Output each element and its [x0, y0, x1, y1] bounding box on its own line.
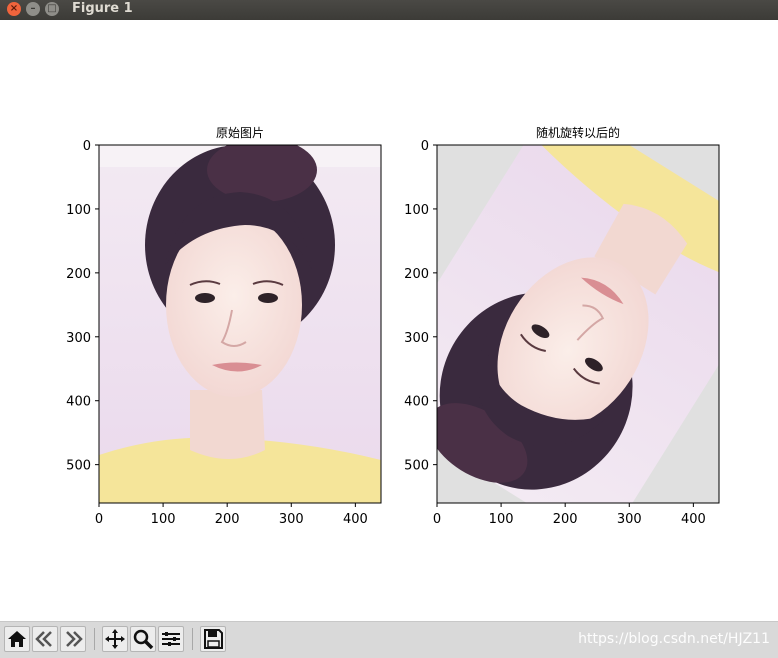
y-tick-label: 300 — [66, 331, 91, 346]
axes-title-1: 随机旋转以后的 — [536, 125, 620, 140]
maximize-window-button[interactable]: □ — [45, 2, 59, 16]
x-tick-label: 300 — [617, 512, 642, 527]
window-titlebar: × – □ Figure 1 — [0, 0, 778, 20]
y-tick-label: 200 — [66, 267, 91, 282]
pan-icon — [105, 629, 125, 649]
x-tick-label: 400 — [343, 512, 368, 527]
y-tick-label: 300 — [404, 331, 429, 346]
back-icon — [35, 631, 52, 647]
x-tick-label: 200 — [553, 512, 578, 527]
y-tick-label: 200 — [404, 267, 429, 282]
y-tick-label: 0 — [83, 139, 91, 154]
close-window-button[interactable]: × — [7, 2, 21, 16]
watermark-text: https://blog.csdn.net/HJZ11 — [578, 631, 770, 647]
original-image — [99, 145, 381, 503]
y-tick-label: 400 — [66, 395, 91, 410]
figure-svg: 原始图片 0 100 200 300 400 0 100 200 300 400 500 随机旋转以后的… — [66, 125, 720, 527]
minimize-window-button[interactable]: – — [26, 2, 40, 16]
x-tick-label: 200 — [215, 512, 240, 527]
window-title: Figure 1 — [72, 1, 133, 16]
y-tick-label: 0 — [421, 139, 429, 154]
home-icon — [8, 631, 26, 647]
configure-icon — [162, 632, 180, 646]
x-tick-label: 100 — [151, 512, 176, 527]
forward-button[interactable] — [60, 626, 86, 652]
configure-subplots-button[interactable] — [158, 626, 184, 652]
x-tick-label: 0 — [95, 512, 103, 527]
x-tick-label: 300 — [279, 512, 304, 527]
back-button[interactable] — [32, 626, 58, 652]
toolbar-separator — [192, 628, 193, 650]
y-tick-label: 100 — [66, 203, 91, 218]
x-tick-label: 100 — [489, 512, 514, 527]
y-tick-label: 500 — [404, 459, 429, 474]
rotated-image — [437, 145, 719, 503]
x-tick-label: 0 — [433, 512, 441, 527]
pan-button[interactable] — [102, 626, 128, 652]
save-icon — [204, 629, 223, 649]
save-button[interactable] — [200, 626, 226, 652]
y-tick-label: 500 — [66, 459, 91, 474]
navigation-toolbar: https://blog.csdn.net/HJZ11 — [0, 621, 778, 658]
figure-canvas[interactable]: 原始图片 0 100 200 300 400 0 100 200 300 400 500 随机旋转以后的… — [0, 20, 778, 620]
home-button[interactable] — [4, 626, 30, 652]
toolbar-separator — [94, 628, 95, 650]
y-tick-label: 100 — [404, 203, 429, 218]
zoom-icon — [133, 629, 154, 650]
forward-icon — [66, 631, 83, 647]
x-tick-label: 400 — [681, 512, 706, 527]
axes-title-0: 原始图片 — [216, 126, 264, 140]
y-tick-label: 400 — [404, 395, 429, 410]
zoom-button[interactable] — [130, 626, 156, 652]
